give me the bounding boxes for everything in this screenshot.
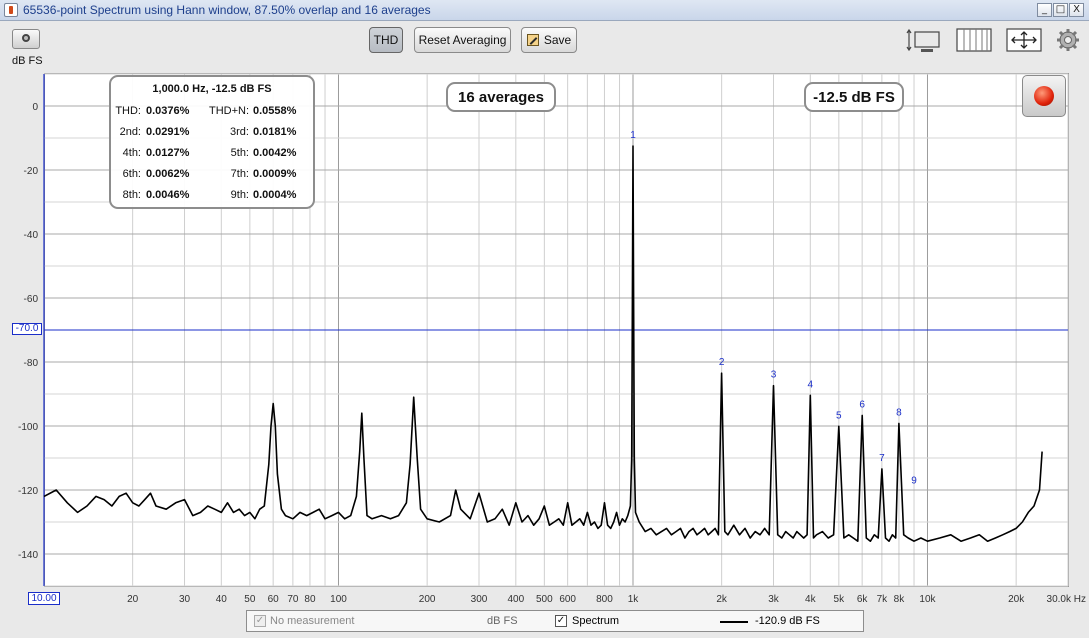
x-tick-label: 100 xyxy=(330,594,347,605)
y-tick-label: -40 xyxy=(24,230,39,241)
info-row: 2nd: 0.0291% 3rd: 0.0181% xyxy=(111,124,313,140)
x-tick-label: 20 xyxy=(127,594,139,605)
info-row: 4th: 0.0127% 5th: 0.0042% xyxy=(111,145,313,161)
x-start-label[interactable]: 10.00 xyxy=(28,592,60,605)
no-measurement-label: No measurement xyxy=(270,615,355,627)
x-axis-ticks: 20 30 40 50 60 70 80 100 200 300 400 500 600 800 1k 2k 3… xyxy=(127,594,1086,605)
harmonic-label: 7 xyxy=(879,453,885,464)
x-tick-label: 2k xyxy=(716,594,728,605)
info-label: 5th: xyxy=(230,147,249,159)
info-label: 3rd: xyxy=(230,126,249,138)
harmonic-label: 9 xyxy=(911,476,917,487)
x-tick-label: 10k xyxy=(919,594,936,605)
x-tick-label: 200 xyxy=(419,594,436,605)
legend-bar: ✓ No measurement dB FS ✓ Spectrum -120.9… xyxy=(246,610,864,632)
info-header: 1,000.0 Hz, -12.5 dB FS xyxy=(152,83,272,95)
x-tick-label: 5k xyxy=(834,594,846,605)
harmonic-label: 5 xyxy=(836,410,842,421)
harmonic-label: 1 xyxy=(630,130,636,141)
info-value: 0.0127% xyxy=(146,147,190,159)
info-value: 0.0181% xyxy=(253,126,297,138)
y-tick-label: -100 xyxy=(18,422,38,433)
spectrum-legend-swatch xyxy=(720,621,748,623)
y-tick-label: -140 xyxy=(18,550,38,561)
x-tick-label: 8k xyxy=(894,594,906,605)
x-tick-label: 300 xyxy=(471,594,488,605)
info-label: THD: xyxy=(115,105,141,117)
info-label: 6th: xyxy=(122,168,141,180)
info-value: 0.0004% xyxy=(253,189,297,201)
info-label: 9th: xyxy=(230,189,249,201)
x-tick-label: 4k xyxy=(805,594,817,605)
x-tick-label: 30 xyxy=(179,594,191,605)
x-tick-label: 80 xyxy=(304,594,316,605)
info-row: 8th: 0.0046% 9th: 0.0004% xyxy=(111,187,313,203)
record-button[interactable] xyxy=(1022,75,1066,117)
x-tick-label: 600 xyxy=(559,594,576,605)
info-label: 7th: xyxy=(230,168,249,180)
harmonic-label: 2 xyxy=(719,357,725,368)
x-tick-label: 7k xyxy=(877,594,889,605)
x-tick-label: 40 xyxy=(216,594,228,605)
harmonic-label: 8 xyxy=(896,407,902,418)
level-badge: -12.5 dB FS xyxy=(804,82,904,112)
harmonic-label: 3 xyxy=(771,370,777,381)
info-value: 0.0009% xyxy=(253,168,297,180)
legend-unit-label: dB FS xyxy=(487,615,518,627)
info-value: 0.0558% xyxy=(253,105,297,117)
x-tick-label: 1k xyxy=(628,594,640,605)
info-row: 6th: 0.0062% 7th: 0.0009% xyxy=(111,166,313,182)
spectrum-legend-value: -120.9 dB FS xyxy=(755,615,820,627)
x-tick-label: 400 xyxy=(507,594,524,605)
spectrum-legend-label: Spectrum xyxy=(572,615,620,627)
reference-level-label[interactable]: -70.0 xyxy=(12,323,42,335)
spectrum-checkbox[interactable]: ✓ xyxy=(555,615,567,627)
info-value: 0.0042% xyxy=(253,147,297,159)
x-tick-label: 800 xyxy=(596,594,613,605)
x-tick-label: 50 xyxy=(244,594,256,605)
info-value: 0.0376% xyxy=(146,105,190,117)
x-tick-label: 20k xyxy=(1008,594,1025,605)
no-measurement-checkbox[interactable]: ✓ xyxy=(254,615,266,627)
y-tick-label: -80 xyxy=(24,358,39,369)
x-tick-label: 500 xyxy=(536,594,553,605)
y-tick-label: 0 xyxy=(32,102,38,113)
thd-info-panel: 1,000.0 Hz, -12.5 dB FS THD: 0.0376% THD+N… xyxy=(109,75,315,209)
x-tick-label: 6k xyxy=(857,594,869,605)
x-tick-label: 30.0k Hz xyxy=(1047,594,1086,605)
info-row: THD: 0.0376% THD+N: 0.0558% xyxy=(111,103,313,119)
x-tick-label: 3k xyxy=(768,594,780,605)
harmonic-label: 4 xyxy=(808,379,814,390)
info-label: 4th: xyxy=(122,147,141,159)
y-tick-label: -120 xyxy=(18,486,38,497)
x-tick-label: 60 xyxy=(268,594,280,605)
info-label: 2nd: xyxy=(119,126,141,138)
harmonic-label: 6 xyxy=(859,399,865,410)
y-tick-label: -20 xyxy=(24,166,39,177)
info-value: 0.0291% xyxy=(146,126,190,138)
info-label: THD+N: xyxy=(208,105,249,117)
info-label: 8th: xyxy=(122,189,141,201)
y-tick-label: -60 xyxy=(24,294,39,305)
averages-badge: 16 averages xyxy=(446,82,556,112)
x-tick-label: 70 xyxy=(287,594,299,605)
info-value: 0.0046% xyxy=(146,189,190,201)
info-value: 0.0062% xyxy=(146,168,190,180)
